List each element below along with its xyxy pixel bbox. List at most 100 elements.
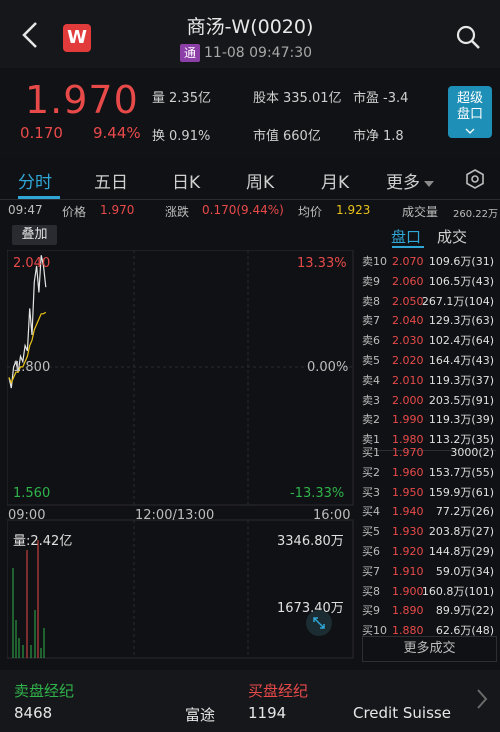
level-price: 2.050 (392, 294, 424, 308)
tab-trades[interactable]: 成交 (437, 226, 467, 247)
level-volume: 267.1万(104) (421, 294, 494, 308)
stock-title: 商汤-W(0020) (186, 16, 314, 38)
ask-list: 卖10 2.070 109.6万(31) 卖9 2.060 106.5万(43) 卖8 2.0… (362, 252, 496, 450)
ask-row[interactable]: 卖7 2.040 129.3万(63) (362, 311, 496, 331)
bid-row[interactable]: 买5 1.930 203.8万(27) (362, 522, 496, 542)
stat-turnover: 换 0.91% (152, 129, 211, 144)
info-avg-label: 均价 (298, 205, 323, 219)
level-label: 卖9 (362, 274, 380, 288)
level-label: 买5 (362, 525, 380, 539)
sell-broker-name: 富途 (185, 706, 216, 724)
volume-axis-max: 3346.80万 (277, 534, 344, 549)
level-price: 2.060 (392, 274, 424, 288)
level-price: 2.020 (392, 353, 424, 367)
ask-row[interactable]: 卖9 2.060 106.5万(43) (362, 272, 496, 292)
level-label: 买7 (362, 564, 380, 578)
level-price: 1.930 (392, 525, 424, 539)
info-change: 0.170(9.44%) (202, 203, 284, 217)
broker-queue-bar[interactable]: 卖盘经纪 买盘经纪 8468 富途 1194 Credit Suisse (0, 670, 500, 732)
expand-icon (313, 617, 325, 629)
y-axis-high: 2.040 (13, 256, 51, 271)
level-price: 2.030 (392, 334, 424, 348)
buy-broker-title: 买盘经纪 (248, 682, 309, 700)
chevron-right-icon (477, 689, 488, 709)
ask-row[interactable]: 卖3 2.000 203.5万(91) (362, 391, 496, 411)
level-price: 2.000 (392, 393, 424, 407)
info-price-label: 价格 (62, 205, 87, 219)
fullscreen-button[interactable] (306, 610, 332, 636)
y-axis-low: 1.560 (13, 486, 51, 501)
pct-axis-mid: 0.00% (307, 360, 349, 375)
level-volume: 203.8万(27) (428, 525, 494, 539)
level-volume: 106.5万(43) (428, 274, 494, 288)
sell-broker-title: 卖盘经纪 (14, 682, 75, 700)
settings-button[interactable] (464, 168, 486, 194)
tab-five-day[interactable]: 五日 (94, 168, 128, 193)
level-price: 2.070 (392, 255, 424, 268)
info-price: 1.970 (100, 203, 135, 217)
level-label: 卖4 (362, 373, 380, 387)
level-label: 买4 (362, 505, 380, 519)
tab-orderbook[interactable]: 盘口 (391, 226, 421, 247)
level-label: 卖7 (362, 314, 380, 328)
bid-row[interactable]: 买3 1.950 159.9万(61) (362, 483, 496, 503)
buy-broker-name: Credit Suisse (353, 704, 451, 722)
ask-row[interactable]: 卖8 2.050 267.1万(104) (362, 292, 496, 312)
stock-connect-badge: 通 (180, 44, 200, 62)
level-volume: 102.4万(64) (428, 334, 494, 348)
level-volume: 89.9万(22) (435, 604, 494, 618)
ask-row[interactable]: 卖2 1.990 119.3万(39) (362, 410, 496, 430)
level-price: 2.040 (392, 314, 424, 328)
tab-intraday[interactable]: 分时 (18, 168, 52, 193)
ask-row[interactable]: 卖5 2.020 164.4万(43) (362, 351, 496, 371)
level-label: 买8 (362, 584, 380, 598)
price-change-percent: 9.44% (93, 124, 141, 142)
bid-list: 买1 1.970 3000(2) 买2 1.960 153.7万(55) 买3 1.950 15… (362, 443, 496, 641)
ask-row[interactable]: 卖6 2.030 102.4万(64) (362, 331, 496, 351)
tab-weekly-k[interactable]: 周K (246, 168, 274, 193)
bid-row[interactable]: 买7 1.910 59.0万(34) (362, 562, 496, 582)
ask-row[interactable]: 卖4 2.010 119.3万(37) (362, 371, 496, 391)
level-price: 1.950 (392, 485, 424, 499)
level-price: 1.920 (392, 544, 424, 558)
super-button-line2: 盘口 (456, 107, 483, 122)
level-label: 买1 (362, 446, 380, 459)
bid-row[interactable]: 买9 1.890 89.9万(22) (362, 601, 496, 621)
buy-broker-code: 1194 (248, 704, 287, 722)
overlay-button[interactable]: 叠加 (12, 225, 57, 245)
bid-row[interactable]: 买2 1.960 153.7万(55) (362, 463, 496, 483)
tab-daily-k[interactable]: 日K (172, 168, 200, 193)
crosshair-info-bar: 09:47 价格 1.970 涨跌 0.170(9.44%) 均价 1.923 … (0, 200, 500, 222)
sell-broker-code: 8468 (14, 704, 53, 722)
quote-datetime: 通 11-08 09:47:30 (180, 44, 312, 62)
stat-pb: 市净 1.8 (353, 129, 404, 144)
orderbook-tab-indicator (392, 246, 424, 248)
time-axis-end: 16:00 (313, 508, 351, 523)
last-price: 1.970 (25, 78, 139, 122)
level-volume: 144.8万(29) (428, 544, 494, 558)
level-volume: 109.6万(31) (428, 255, 494, 268)
active-tab-indicator (18, 196, 60, 199)
tab-monthly-k[interactable]: 月K (321, 168, 349, 193)
level-volume: 129.3万(63) (428, 314, 494, 328)
search-button[interactable] (455, 24, 481, 50)
info-volume-label: 成交量 (402, 205, 439, 219)
level-volume: 153.7万(55) (428, 465, 494, 479)
volume-total-label: 量:2.42亿 (13, 534, 73, 549)
more-trades-button[interactable]: 更多成交 (362, 636, 497, 662)
info-change-label: 涨跌 (165, 205, 190, 219)
super-orderbook-button[interactable]: 超级 盘口 (448, 86, 492, 138)
hexagon-settings-icon (466, 169, 484, 189)
tab-more[interactable]: 更多 (386, 168, 435, 193)
bid-row[interactable]: 买1 1.970 3000(2) (362, 443, 496, 463)
bid-row[interactable]: 买8 1.900 160.8万(101) (362, 582, 496, 602)
level-label: 卖6 (362, 334, 380, 348)
level-volume: 59.0万(34) (435, 564, 494, 578)
level-price: 1.960 (392, 465, 424, 479)
search-icon (456, 25, 480, 49)
bid-row[interactable]: 买4 1.940 77.2万(26) (362, 502, 496, 522)
bid-row[interactable]: 买6 1.920 144.8万(29) (362, 542, 496, 562)
level-volume: 203.5万(91) (428, 393, 494, 407)
time-axis-start: 09:00 (8, 508, 46, 523)
ask-row[interactable]: 卖10 2.070 109.6万(31) (362, 252, 496, 272)
